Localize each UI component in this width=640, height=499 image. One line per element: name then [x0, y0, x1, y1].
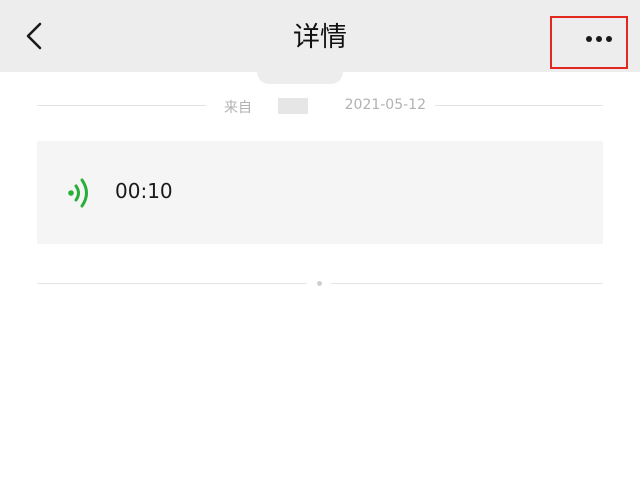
voice-message-card[interactable]: 00:10 [37, 141, 603, 244]
end-divider [331, 283, 603, 284]
source-label: 来自 [224, 100, 252, 116]
end-divider [37, 283, 307, 284]
voice-wave-icon [68, 178, 88, 208]
sender-name-redacted [278, 98, 308, 114]
source-date: 2021-05-12 [344, 97, 426, 113]
pull-down-handle [257, 72, 343, 84]
navigation-bar: 详情 [0, 0, 640, 72]
voice-duration: 00:10 [115, 179, 173, 203]
more-dots-icon [586, 36, 612, 42]
more-options-button[interactable] [550, 16, 628, 69]
page-title: 详情 [293, 22, 347, 53]
divider [435, 105, 603, 106]
end-dot [317, 281, 322, 286]
source-info: 来自 2021-05-12 [206, 94, 435, 118]
divider [37, 105, 206, 106]
